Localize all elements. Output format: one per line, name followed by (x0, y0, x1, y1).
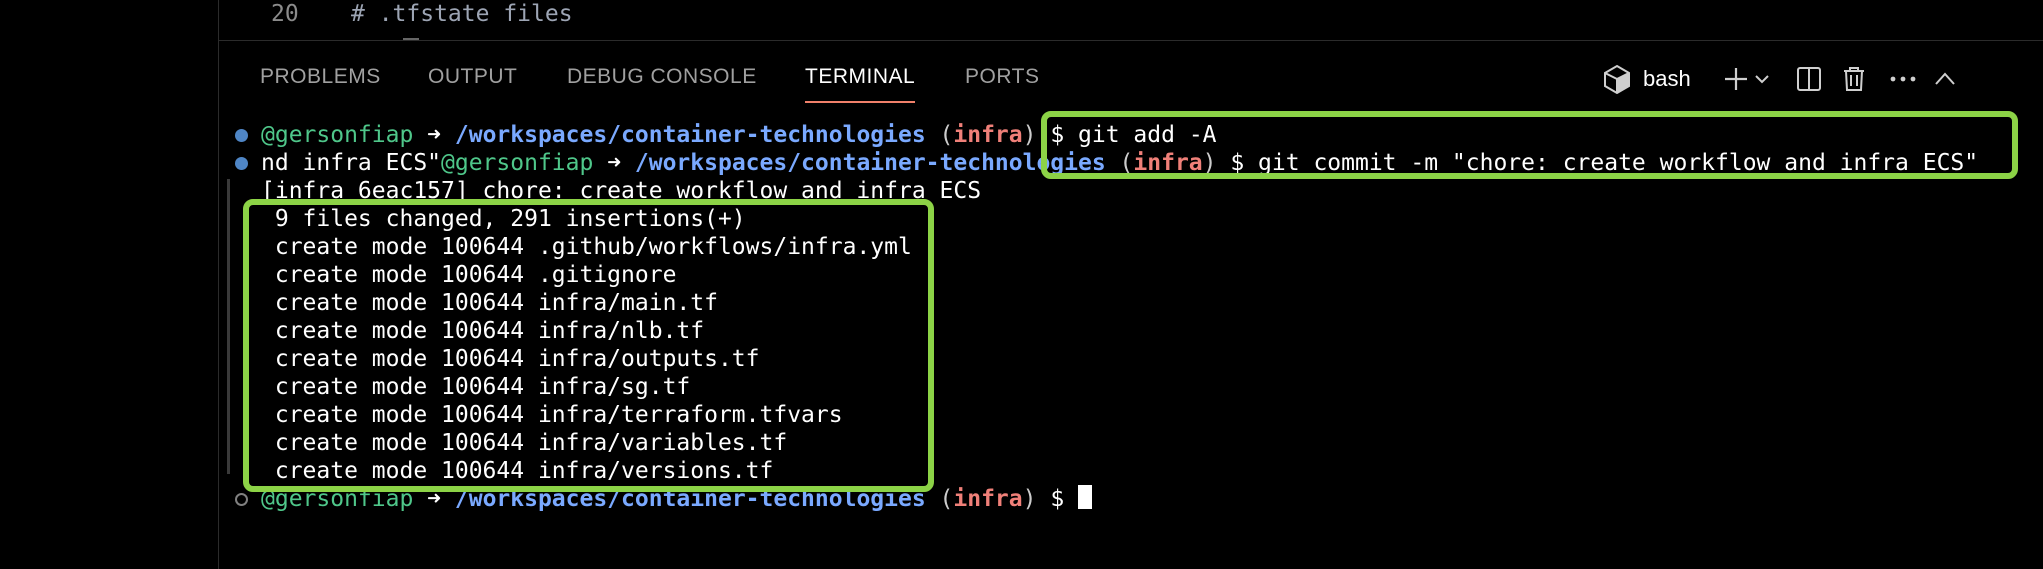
editor-peek: 20 # .tfstate files (219, 0, 2043, 41)
ellipsis-icon[interactable] (1889, 61, 1917, 97)
tab-ports[interactable]: PORTS (965, 65, 1039, 105)
terminal-shell-icon (1603, 61, 1631, 97)
editor-squiggle (403, 38, 419, 40)
tab-output[interactable]: OUTPUT (428, 65, 517, 105)
chevron-up-icon[interactable] (1933, 61, 1957, 97)
tab-debug-console[interactable]: DEBUG CONSOLE (567, 65, 757, 105)
command-success-decoration (235, 157, 248, 170)
tab-terminal[interactable]: TERMINAL (805, 65, 916, 105)
highlight-box-output (243, 199, 934, 492)
command-pending-decoration (235, 493, 248, 506)
chevron-down-icon[interactable] (1753, 61, 1771, 97)
terminal-cursor (1078, 485, 1093, 509)
panel-tab-bar: PROBLEMS OUTPUT DEBUG CONSOLE TERMINAL P… (219, 41, 2043, 115)
command-decoration-bar (227, 179, 230, 474)
activity-area (0, 0, 218, 569)
split-icon[interactable] (1795, 61, 1823, 97)
tab-problems[interactable]: PROBLEMS (260, 65, 381, 105)
shell-name-label[interactable]: bash (1643, 61, 1691, 97)
terminal-output[interactable]: @gersonfiap ➜ /workspaces/container-tech… (219, 111, 2043, 569)
plus-icon[interactable] (1722, 61, 1750, 97)
bottom-panel: 20 # .tfstate files PROBLEMS OUTPUT DEBU… (218, 0, 2043, 569)
terminal-toolbar: bash (1603, 61, 2043, 101)
line-number: 20 (271, 1, 299, 27)
trash-icon[interactable] (1841, 61, 1867, 97)
editor-line-text[interactable]: # .tfstate files (351, 0, 573, 29)
command-success-decoration (235, 129, 248, 142)
highlight-box-commands (1041, 111, 2018, 179)
